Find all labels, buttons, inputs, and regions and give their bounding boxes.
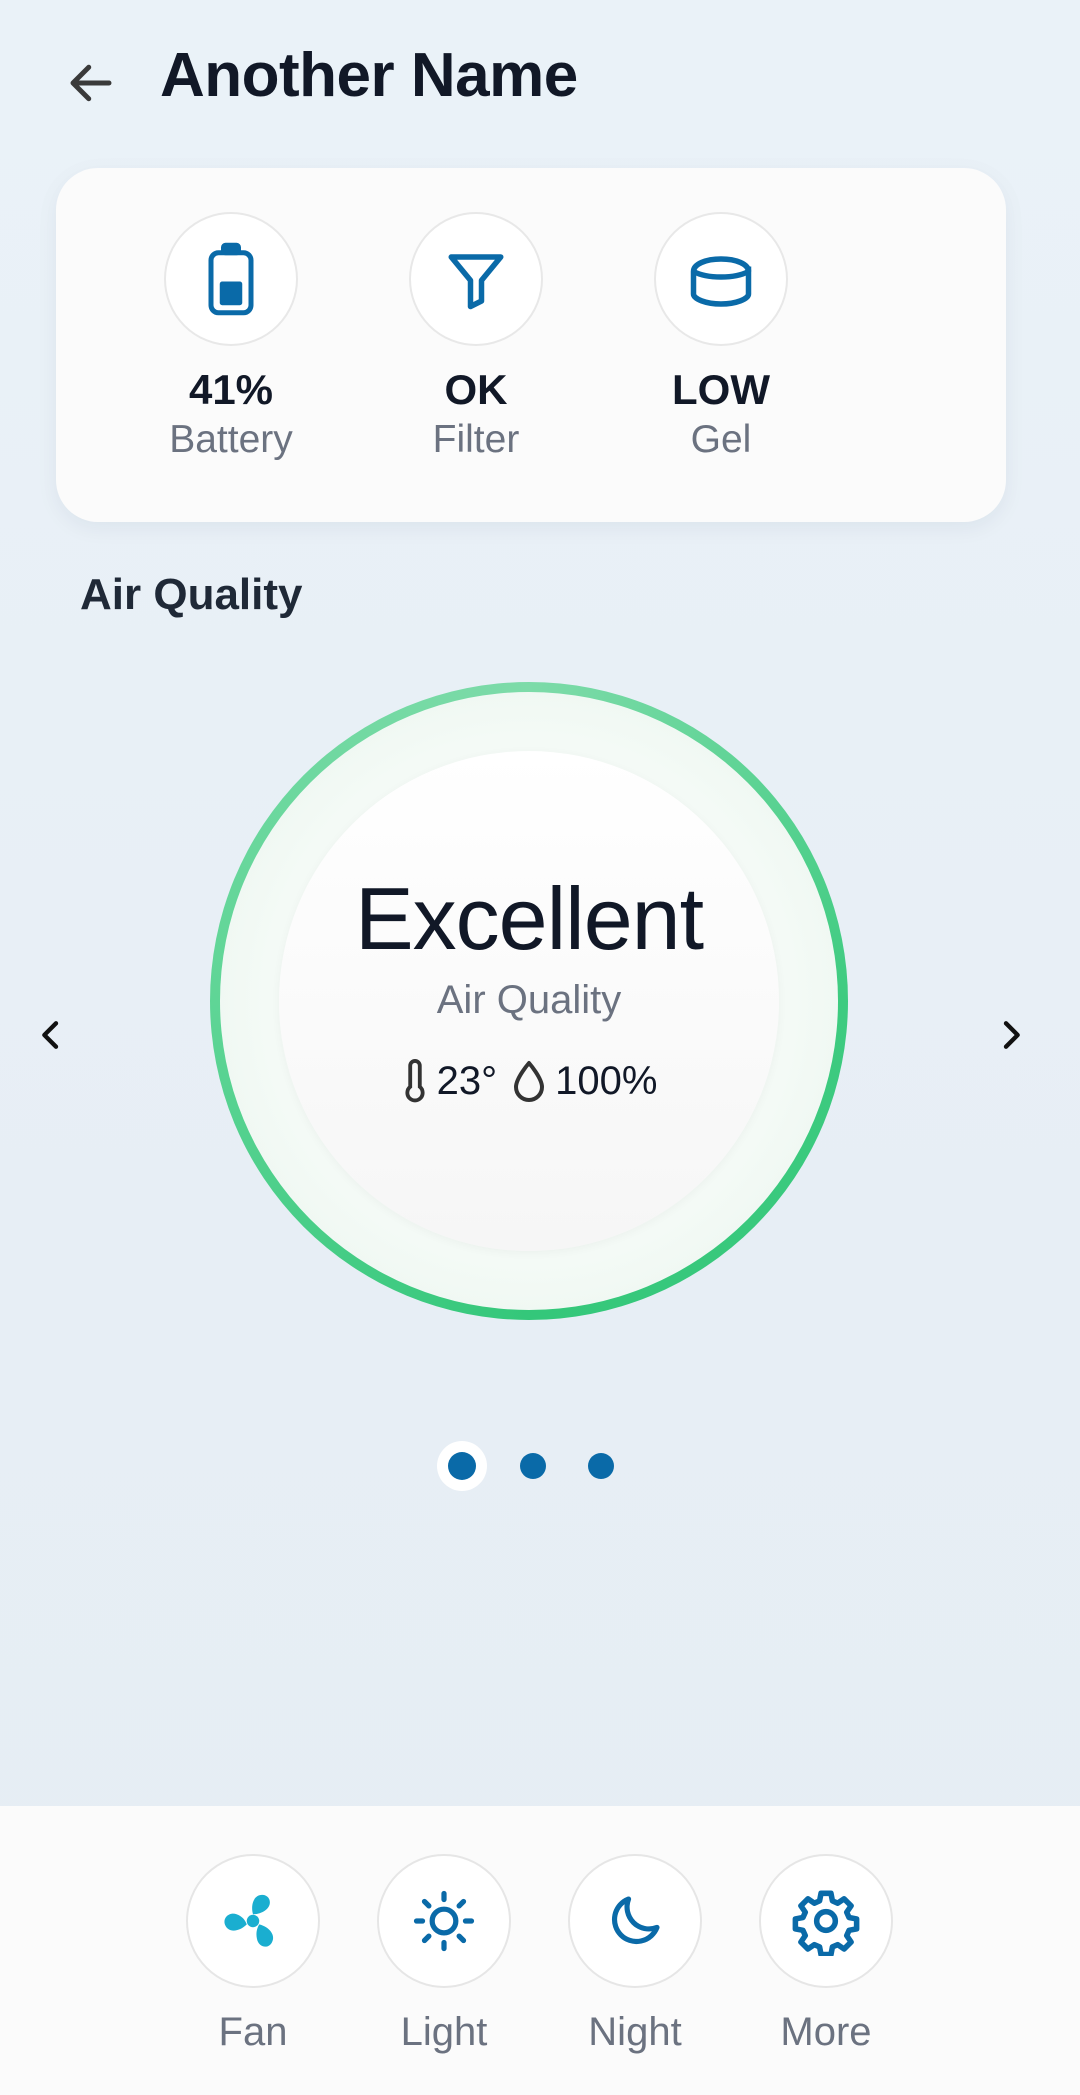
fan-label: Fan (218, 2010, 288, 2054)
humidity-drop-icon (511, 1060, 547, 1104)
fan-icon-circle (186, 1854, 320, 1988)
battery-status: 41% Battery (121, 212, 341, 462)
gel-value: LOW (672, 366, 770, 413)
light-icon-circle (377, 1854, 511, 1988)
next-button[interactable] (976, 1000, 1046, 1070)
device-status-card: 41% Battery OK Filter LOW Gel (56, 168, 1006, 522)
sun-icon (413, 1890, 475, 1952)
gel-status: LOW Gel (611, 212, 831, 462)
chevron-left-icon (42, 1021, 59, 1049)
gauge-face: Excellent Air Quality 23° 100% (279, 751, 779, 1251)
page-dot-3[interactable] (588, 1453, 614, 1479)
section-title-air-quality: Air Quality (80, 570, 303, 619)
filter-label: Filter (432, 418, 520, 461)
fan-icon (224, 1894, 274, 1947)
more-button[interactable]: More (756, 1854, 896, 2055)
gear-icon (792, 1890, 860, 1956)
filter-value: OK (444, 366, 508, 413)
humidity-value: 100% (555, 1059, 658, 1103)
battery-icon (208, 242, 254, 316)
light-label: Light (400, 2010, 488, 2054)
air-quality-gauge[interactable]: Excellent Air Quality 23° 100% (210, 682, 848, 1320)
chevron-right-icon (1003, 1021, 1020, 1049)
mode-toolbar: Fan Light Night More (0, 1806, 1080, 2095)
page-dot-1[interactable] (437, 1441, 487, 1491)
filter-status: OK Filter (366, 212, 586, 462)
air-quality-rating: Excellent (354, 868, 704, 968)
arrow-left-icon (70, 64, 112, 102)
battery-icon-circle (164, 212, 298, 346)
moon-icon (611, 1896, 660, 1945)
night-label: Night (588, 2010, 682, 2054)
environment-readings: 23° 100% (401, 1058, 658, 1105)
back-button[interactable] (56, 48, 126, 118)
page-title: Another Name (160, 41, 578, 110)
gel-label: Gel (690, 418, 752, 461)
battery-value: 41% (188, 366, 274, 413)
fan-button[interactable]: Fan (183, 1854, 323, 2055)
app-header: Another Name (0, 0, 1080, 160)
night-button[interactable]: Night (565, 1854, 705, 2055)
battery-label: Battery (169, 418, 293, 461)
light-button[interactable]: Light (374, 1854, 514, 2055)
thermometer-icon (401, 1058, 429, 1105)
gel-icon-circle (654, 212, 788, 346)
page-indicator (0, 1441, 1080, 1491)
temperature-value: 23° (436, 1059, 498, 1103)
previous-button[interactable] (16, 1000, 86, 1070)
gauge-ring: Excellent Air Quality 23° 100% (220, 692, 838, 1310)
night-icon-circle (568, 1854, 702, 1988)
filter-icon (448, 254, 504, 310)
more-label: More (780, 2010, 872, 2054)
air-quality-label: Air Quality (436, 977, 622, 1022)
gel-container-icon (690, 256, 752, 307)
filter-icon-circle (409, 212, 543, 346)
page-dot-2[interactable] (520, 1453, 546, 1479)
more-icon-circle (759, 1854, 893, 1988)
